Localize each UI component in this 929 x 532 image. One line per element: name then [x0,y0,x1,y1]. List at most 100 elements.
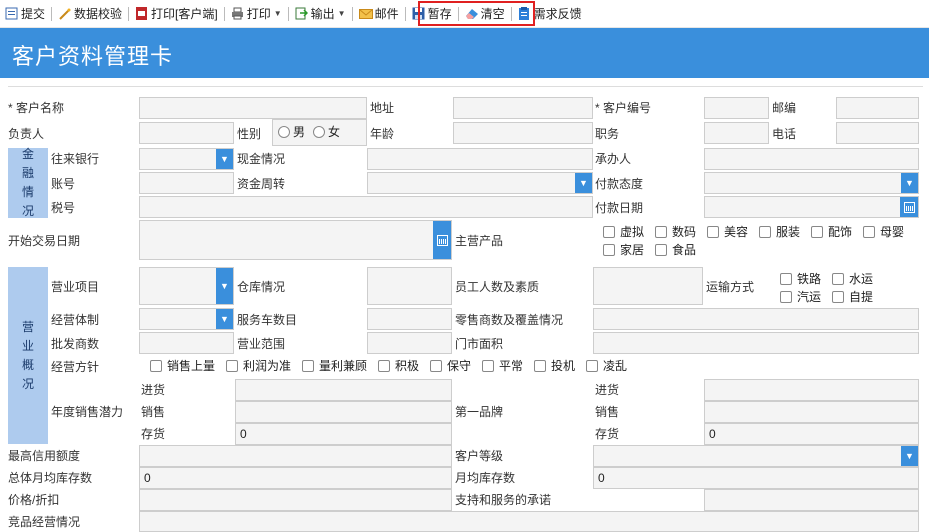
competitor-label: 竞品经营情况 [8,515,81,529]
pay-attitude-select[interactable]: ▼ [704,172,919,194]
checkbox-box [759,225,771,238]
product-checkbox[interactable]: 家居 [603,241,644,258]
calendar-icon[interactable] [900,197,918,217]
job-label: 职务 [595,127,620,141]
staff-field[interactable] [593,267,703,305]
retailers-field[interactable] [593,308,919,330]
checkbox-box [226,359,238,372]
monthly-stock-field[interactable]: 0 [593,467,919,489]
total-monthly-stock-field[interactable]: 0 [139,467,452,489]
calendar-icon[interactable] [433,221,451,259]
transport-checkbox[interactable]: 自提 [832,288,873,305]
product-checkbox[interactable]: 食品 [655,241,696,258]
purchase-label: 进货 [141,383,166,397]
checkbox-box [655,225,667,238]
address-label: 地址 [370,101,395,115]
transport-checkbox[interactable]: 铁路 [780,270,821,287]
phone-field[interactable] [836,122,919,144]
policy-checkbox[interactable]: 量利兼顾 [302,357,367,374]
biz-project-label: 营业项目 [51,280,100,294]
handler-label: 承办人 [595,152,632,166]
price-discount-field[interactable] [139,489,452,511]
feedback-label: 需求反馈 [533,7,582,21]
pdf-icon [135,7,148,20]
policy-checkbox[interactable]: 销售上量 [150,357,215,374]
chevron-down-icon[interactable]: ▼ [216,268,233,304]
age-field[interactable] [453,122,593,144]
mail-icon [358,7,373,20]
chevron-down-icon[interactable]: ▼ [575,173,592,193]
policy-option-label: 销售上量 [167,359,216,373]
stock-field[interactable]: 0 [235,423,452,445]
product-checkbox[interactable]: 母婴 [863,223,904,240]
service-cars-field[interactable] [367,308,452,330]
chevron-down-icon[interactable]: ▼ [901,173,918,193]
chevron-down-icon[interactable]: ▼ [216,309,233,329]
tax-no-field[interactable] [139,196,593,218]
policy-checkbox[interactable]: 利润为准 [226,357,291,374]
product-checkbox[interactable]: 数码 [655,223,696,240]
policy-checkbox[interactable]: 投机 [534,357,575,374]
checkbox-box [534,359,546,372]
credit-limit-field[interactable] [139,445,452,467]
product-checkbox[interactable]: 美容 [707,223,748,240]
postcode-field[interactable] [836,97,919,119]
customer-name-field[interactable] [139,97,367,119]
product-checkbox[interactable]: 服装 [759,223,800,240]
turnover-select[interactable]: ▼ [367,172,593,194]
wholesalers-field[interactable] [139,332,234,354]
pay-date-field[interactable] [704,196,919,218]
biz-project-select[interactable]: ▼ [139,267,234,305]
customer-level-select[interactable]: ▼ [593,445,919,467]
policy-checkbox[interactable]: 凌乱 [586,357,627,374]
gender-male-radio[interactable]: 男 [278,123,305,140]
brand-purchase-field[interactable] [704,379,919,401]
store-area-field[interactable] [593,332,919,354]
bank-select[interactable]: ▼ [139,148,234,170]
support-promise-field[interactable] [704,489,919,511]
checkbox-box [780,290,792,303]
brand-stock-field[interactable]: 0 [704,423,919,445]
policy-checkbox[interactable]: 积极 [378,357,419,374]
address-field[interactable] [453,97,593,119]
monthly-stock-label: 月均库存数 [455,471,516,485]
competitor-field[interactable] [139,511,919,532]
job-field[interactable] [704,122,769,144]
biz-scope-field[interactable] [367,332,452,354]
validate-button[interactable]: 数据校验 [55,3,125,25]
gender-female-radio[interactable]: 女 [313,123,340,140]
side-char: 况 [21,376,34,391]
submit-button[interactable]: 提交 [2,3,48,25]
product-checkbox[interactable]: 配饰 [811,223,852,240]
product-label: 美容 [724,225,749,239]
sales-field[interactable] [235,401,452,423]
customer-no-field[interactable] [704,97,769,119]
product-checkbox[interactable]: 虚拟 [603,223,644,240]
account-field[interactable] [139,172,234,194]
purchase-field[interactable] [235,379,452,401]
warehouse-field[interactable] [367,267,452,305]
side-char: 况 [21,204,34,218]
main-products-label: 主营产品 [455,234,504,248]
submit-label: 提交 [21,7,46,21]
policy-checkbox[interactable]: 保守 [430,357,471,374]
start-date-field[interactable] [139,220,452,260]
handler-field[interactable] [704,148,919,170]
print-client-button[interactable]: 打印[客户端] [132,3,221,25]
transport-checkbox[interactable]: 水运 [832,270,873,287]
mail-button[interactable]: 邮件 [356,3,402,25]
owner-field[interactable] [139,122,234,144]
chevron-down-icon: ▼ [273,9,282,18]
chevron-down-icon[interactable]: ▼ [216,149,233,169]
top-brand-label: 第一品牌 [455,405,504,419]
gender-label: 性别 [237,127,262,141]
cash-field[interactable] [367,148,593,170]
biz-system-select[interactable]: ▼ [139,308,234,330]
chevron-down-icon[interactable]: ▼ [901,446,918,466]
brand-sales-field[interactable] [704,401,919,423]
export-button[interactable]: 输出 ▼ [292,3,349,25]
transport-checkbox[interactable]: 汽运 [780,288,821,305]
checkbox-box [832,290,844,303]
print-button[interactable]: 打印 ▼ [228,3,285,25]
policy-checkbox[interactable]: 平常 [482,357,523,374]
